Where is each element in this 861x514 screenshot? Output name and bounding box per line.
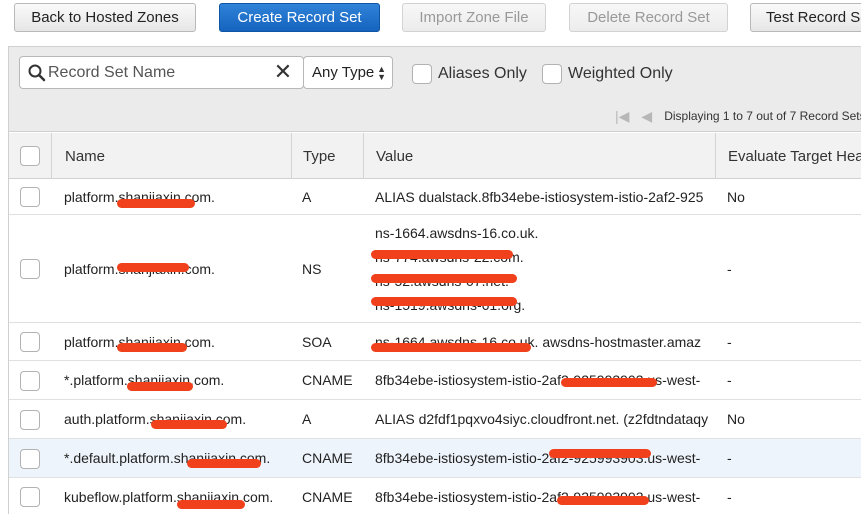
redaction-mark [371, 274, 517, 283]
table-row[interactable]: platform.shanjiaxin.com. A ALIAS dualstack… [9, 179, 861, 215]
record-value-line: 8fb34ebe-istiosystem-istio-2af2-92599390… [375, 488, 701, 505]
redaction-mark [127, 382, 193, 391]
redaction-mark [371, 250, 513, 259]
select-all-cell [20, 133, 40, 179]
evaluate-target-health: - [727, 372, 732, 388]
select-all-checkbox[interactable] [20, 146, 40, 166]
column-header-name[interactable]: Name [51, 133, 291, 179]
row-checkbox[interactable] [20, 332, 40, 352]
row-checkbox[interactable] [20, 371, 40, 391]
table-row[interactable]: auth.platform.shanjiaxin.com. A ALIAS d2fd… [9, 400, 861, 439]
first-page-icon[interactable]: |◀ [615, 108, 629, 125]
redaction-mark [371, 343, 531, 352]
column-header-evaluate-target-health[interactable]: Evaluate Target Health [715, 133, 861, 179]
weighted-only-checkbox[interactable] [542, 64, 562, 84]
pagination-status: Displaying 1 to 7 out of 7 Record Sets [664, 109, 861, 123]
record-value-line: ALIAS d2fdf1pqxvo4siyc.cloudfront.net. (… [375, 411, 709, 427]
redaction-mark [187, 459, 261, 468]
record-name: kubeflow.platform.shanjiaxin.com. [64, 488, 274, 505]
record-type: A [302, 411, 312, 427]
row-checkbox[interactable] [20, 187, 40, 207]
row-checkbox[interactable] [20, 449, 40, 469]
record-type: CNAME [302, 372, 353, 388]
record-value: 8fb34ebe-istiosystem-istio-2af2-92599390… [363, 478, 715, 514]
record-type: CNAME [302, 450, 353, 466]
redaction-mark [151, 420, 227, 429]
back-to-hosted-zones-button[interactable]: Back to Hosted Zones [14, 3, 196, 32]
evaluate-target-health: - [727, 450, 732, 466]
redaction-mark [371, 297, 517, 306]
row-checkbox[interactable] [20, 410, 40, 430]
redaction-mark [557, 496, 649, 505]
redaction-mark [549, 449, 651, 458]
redaction-mark [117, 343, 187, 352]
record-sets-panel: ✕ Any Type ▲▼ Aliases Only Weighted Only… [8, 46, 861, 514]
row-checkbox[interactable] [20, 487, 40, 507]
redaction-mark [117, 263, 189, 272]
record-value: 8fb34ebe-istiosystem-istio-2af2-92599390… [363, 439, 715, 477]
test-record-set-button[interactable]: Test Record Set [750, 3, 861, 32]
toolbar: Back to Hosted Zones Create Record Set I… [0, 0, 861, 46]
select-arrows-icon: ▲ ▼ [377, 64, 386, 82]
table-row[interactable]: platform.shanjiaxin.com. SOA ns-1664.awsdn… [9, 323, 861, 361]
import-zone-file-button[interactable]: Import Zone File [402, 3, 546, 32]
record-type: A [302, 188, 312, 205]
create-record-set-button[interactable]: Create Record Set [219, 3, 380, 32]
column-header-type[interactable]: Type [291, 133, 363, 179]
record-value-line: ALIAS dualstack.8fb34ebe-istiosystem-ist… [375, 188, 704, 205]
table-row[interactable]: *.default.platform.shanjiaxin.com. CNAME 8… [9, 439, 861, 478]
previous-page-icon[interactable]: ◀ [641, 108, 652, 125]
record-name: *.default.platform.shanjiaxin.com. [64, 450, 271, 466]
redaction-mark [561, 378, 657, 387]
record-value-line: 8fb34ebe-istiosystem-istio-2af2-92599390… [375, 450, 701, 466]
record-value: ns-1664.awsdns-16.co.uk. awsdns-hostmast… [363, 323, 715, 360]
record-value-line: ns-1664.awsdns-16.co.uk. [375, 224, 539, 241]
aliases-only-filter[interactable]: Aliases Only [412, 63, 527, 85]
weighted-only-filter[interactable]: Weighted Only [542, 63, 673, 85]
filter-bar: ✕ Any Type ▲▼ Aliases Only Weighted Only… [9, 47, 861, 132]
record-type: NS [302, 260, 322, 277]
record-value: ALIAS d2fdf1pqxvo4siyc.cloudfront.net. (… [363, 400, 715, 438]
type-select[interactable]: Any Type ▲ ▼ [303, 56, 393, 89]
evaluate-target-health: - [727, 333, 732, 350]
pagination: |◀ ◀ Displaying 1 to 7 out of 7 Record S… [615, 106, 861, 126]
record-type: CNAME [302, 488, 353, 505]
column-header-value[interactable]: Value [363, 133, 715, 179]
evaluate-target-health: No [727, 411, 745, 427]
record-name: *.platform.shanjiaxin.com. [64, 372, 225, 388]
type-select-value: Any Type [312, 64, 375, 81]
record-name: platform.shanjiaxin.com. [64, 333, 215, 350]
search-icon [28, 64, 46, 82]
weighted-only-label: Weighted Only [568, 65, 673, 82]
record-value: 8fb34ebe-istiosystem-istio-2af2-92599390… [363, 361, 715, 399]
evaluate-target-health: - [727, 260, 732, 277]
record-name: auth.platform.shanjiaxin.com. [64, 411, 247, 427]
record-set-name-input[interactable] [48, 62, 263, 84]
table-row[interactable]: kubeflow.platform.shanjiaxin.com. CNAME 8f… [9, 478, 861, 514]
aliases-only-checkbox[interactable] [412, 64, 432, 84]
record-name: platform.shanjiaxin.com. [64, 188, 215, 205]
redaction-mark [177, 500, 245, 509]
table-row[interactable]: *.platform.shanjiaxin.com. CNAME 8fb34ebe-… [9, 361, 861, 400]
record-type: SOA [302, 333, 332, 350]
table-row[interactable]: platform.shanjiaxin.com.NSns-1664.awsdns… [9, 215, 861, 323]
evaluate-target-health: - [727, 488, 732, 505]
record-value: ALIAS dualstack.8fb34ebe-istiosystem-ist… [363, 179, 715, 214]
table-header: Name Type Value Evaluate Target Health [9, 133, 861, 179]
redaction-mark [117, 199, 195, 208]
search-box[interactable]: ✕ [19, 56, 304, 89]
delete-record-set-button[interactable]: Delete Record Set [569, 3, 728, 32]
row-checkbox[interactable] [20, 259, 40, 279]
aliases-only-label: Aliases Only [438, 65, 527, 82]
clear-search-icon[interactable]: ✕ [272, 60, 294, 84]
evaluate-target-health: No [727, 188, 745, 205]
